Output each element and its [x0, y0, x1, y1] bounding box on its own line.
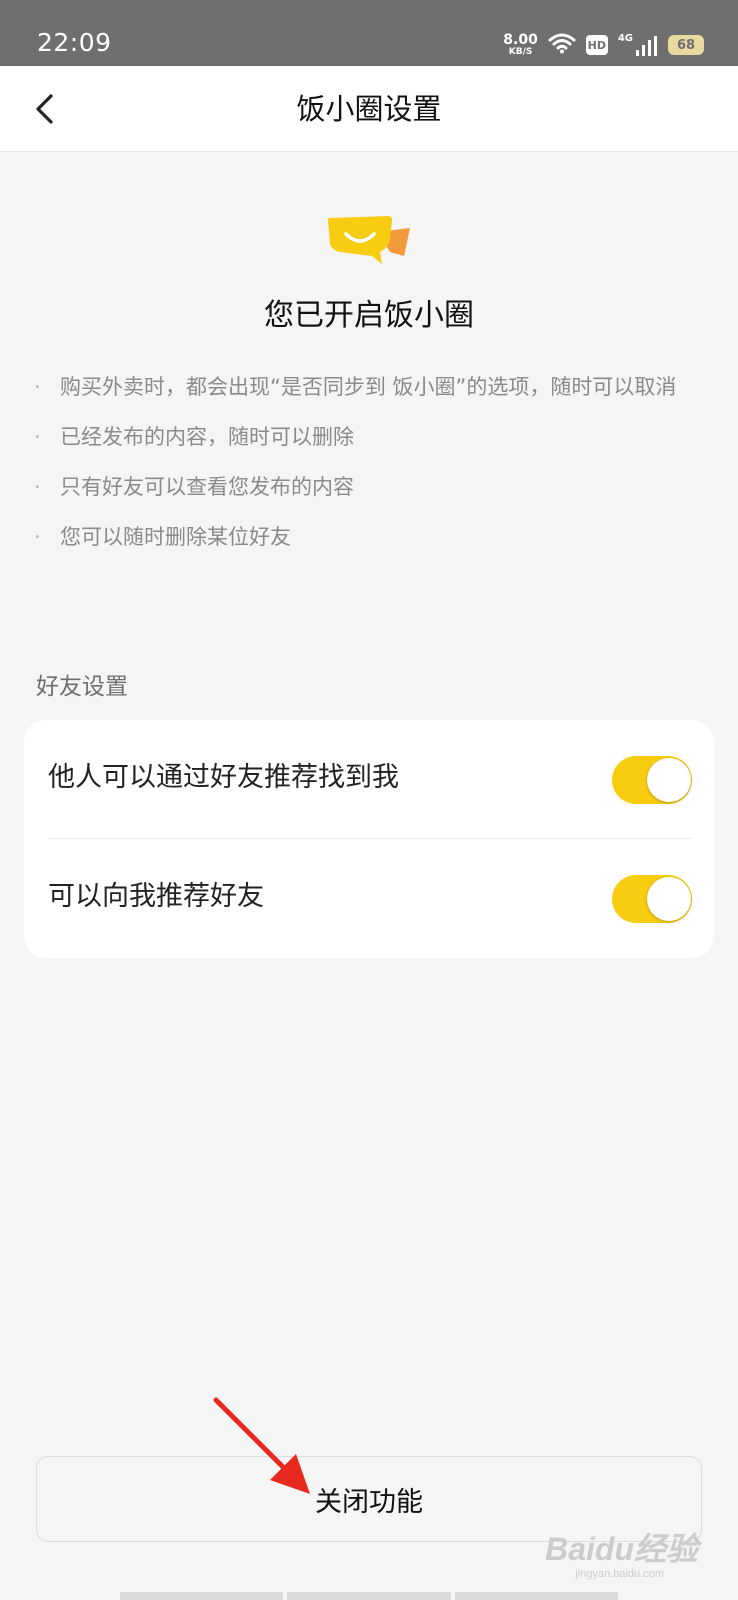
- chat-bubble-logo-icon: [328, 216, 410, 264]
- gesture-segment: [287, 1592, 451, 1600]
- battery-icon: 68: [668, 35, 704, 55]
- annotation-arrow-icon: [213, 1397, 310, 1494]
- page-title: 饭小圈设置: [296, 92, 442, 126]
- toggle-knob: [647, 877, 691, 921]
- list-item: · 只有好友可以查看您发布的内容: [34, 472, 710, 503]
- wifi-icon: [548, 32, 576, 58]
- navigation-bar: 饭小圈设置: [0, 66, 738, 152]
- toggle-knob: [647, 758, 691, 802]
- network-speed-unit: KB/S: [508, 47, 533, 57]
- watermark-url: jingyan.baidu.com: [575, 1568, 664, 1580]
- setting-label: 可以向我推荐好友: [48, 881, 264, 912]
- bullet-dot: ·: [34, 425, 41, 449]
- hero-title: 您已开启饭小圈: [264, 298, 474, 333]
- bullet-dot: ·: [34, 475, 41, 499]
- gesture-segment: [454, 1592, 618, 1600]
- bullet-dot: ·: [34, 375, 41, 399]
- gesture-segment: [120, 1592, 284, 1600]
- setting-row-discoverable: 他人可以通过好友推荐找到我: [24, 720, 714, 839]
- setting-label: 他人可以通过好友推荐找到我: [48, 762, 399, 793]
- list-item: · 已经发布的内容，随时可以删除: [34, 422, 710, 453]
- battery-level: 68: [676, 37, 696, 53]
- bullet-text: 购买外卖时，都会出现“是否同步到 饭小圈”的选项，随时可以取消: [60, 375, 677, 399]
- network-speed: 8.00 KB/S: [503, 33, 538, 57]
- status-time: 22:09: [37, 28, 112, 57]
- bullet-text: 只有好友可以查看您发布的内容: [60, 475, 354, 499]
- feature-bullet-list: · 购买外卖时，都会出现“是否同步到 饭小圈”的选项，随时可以取消 · 已经发布…: [34, 372, 710, 572]
- recommend-friends-toggle[interactable]: [612, 875, 692, 923]
- discoverable-toggle[interactable]: [612, 756, 692, 804]
- friend-settings-card: 他人可以通过好友推荐找到我 可以向我推荐好友: [24, 720, 714, 958]
- bullet-text: 您可以随时删除某位好友: [60, 525, 291, 549]
- setting-row-recommend-friends: 可以向我推荐好友: [24, 839, 714, 957]
- network-type-label: 4G: [617, 33, 633, 44]
- signal-icon: 4G: [618, 34, 658, 56]
- hd-icon: HD: [585, 35, 608, 55]
- network-speed-value: 8.00: [503, 32, 538, 48]
- gesture-bar: [120, 1592, 618, 1600]
- bullet-dot: ·: [34, 525, 41, 549]
- list-item: · 购买外卖时，都会出现“是否同步到 饭小圈”的选项，随时可以取消: [34, 372, 710, 403]
- bullet-text: 已经发布的内容，随时可以删除: [60, 425, 354, 449]
- friend-settings-label: 好友设置: [36, 674, 128, 700]
- status-bar: 22:09 8.00 KB/S HD 4G 68: [0, 0, 738, 66]
- list-item: · 您可以随时删除某位好友: [34, 522, 710, 553]
- status-icons: 8.00 KB/S HD 4G 68: [503, 30, 704, 60]
- baidu-watermark-logo: Baidu经验: [545, 1531, 698, 1567]
